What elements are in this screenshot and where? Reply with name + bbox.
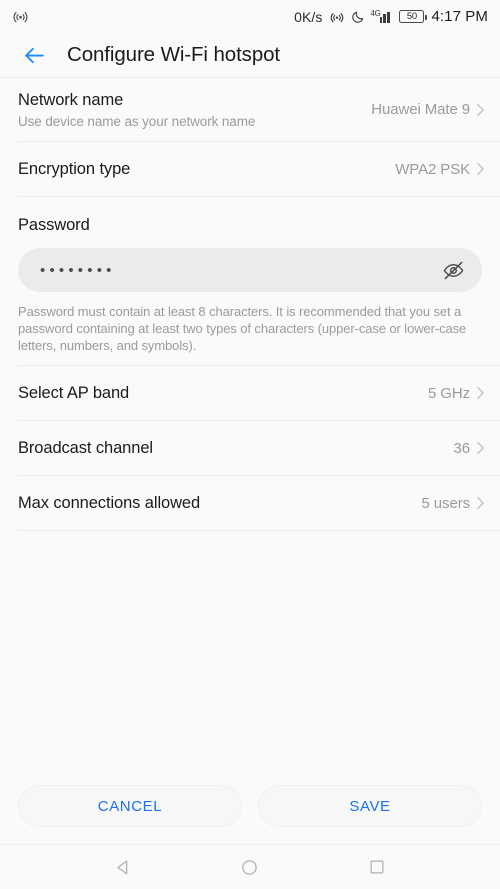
phone-screen: 0K/s 4G 50 4:17 PM Configure Wi-Fi hotsp… bbox=[0, 0, 500, 889]
nav-back-triangle-icon[interactable] bbox=[101, 845, 145, 889]
battery-icon: 50 bbox=[399, 10, 428, 23]
network-speed-text: 0K/s bbox=[294, 8, 323, 25]
hotspot-icon bbox=[12, 8, 29, 25]
settings-list: Network name Use device name as your net… bbox=[0, 78, 500, 889]
broadcast-channel-texts: Broadcast channel bbox=[18, 439, 153, 458]
broadcast-channel-value: 36 bbox=[453, 439, 471, 457]
max-connections-value: 5 users bbox=[421, 494, 471, 512]
chevron-right-icon bbox=[475, 159, 487, 179]
broadcast-channel-right: 36 bbox=[454, 438, 488, 458]
signal-bars-icon: 4G bbox=[370, 9, 394, 23]
broadcast-channel-label: Broadcast channel bbox=[18, 438, 153, 457]
encryption-texts: Encryption type bbox=[18, 160, 130, 179]
system-navigation-bar bbox=[0, 844, 500, 889]
save-button[interactable]: SAVE bbox=[258, 785, 482, 827]
setting-row-broadcast-channel[interactable]: Broadcast channel 36 bbox=[0, 421, 500, 475]
action-buttons: CANCEL SAVE bbox=[0, 785, 500, 827]
status-bar-right: 0K/s 4G 50 4:17 PM bbox=[294, 8, 488, 25]
chevron-right-icon bbox=[475, 100, 487, 120]
cancel-button[interactable]: CANCEL bbox=[18, 785, 242, 827]
setting-row-ap-band[interactable]: Select AP band 5 GHz bbox=[0, 366, 500, 420]
nav-recents-square-icon[interactable] bbox=[355, 845, 399, 889]
page-title: Configure Wi-Fi hotspot bbox=[67, 43, 281, 66]
encryption-value: WPA2 PSK bbox=[395, 160, 470, 178]
network-name-subtitle: Use device name as your network name bbox=[18, 113, 256, 129]
chevron-right-icon bbox=[475, 383, 487, 403]
max-connections-label: Max connections allowed bbox=[18, 493, 201, 512]
status-bar-clock: 4:17 PM bbox=[431, 8, 488, 25]
app-bar: Configure Wi-Fi hotspot bbox=[0, 33, 500, 78]
chevron-right-icon bbox=[475, 438, 487, 458]
hotspot-active-icon bbox=[329, 9, 345, 25]
network-name-right: Huawei Mate 9 bbox=[371, 100, 487, 120]
max-connections-texts: Max connections allowed bbox=[18, 494, 200, 513]
setting-row-encryption-type[interactable]: Encryption type WPA2 PSK bbox=[0, 142, 500, 196]
network-gen-label: 4G bbox=[370, 9, 381, 18]
network-name-label: Network name bbox=[18, 90, 124, 109]
back-arrow-icon[interactable] bbox=[17, 38, 51, 72]
ap-band-label: Select AP band bbox=[18, 383, 130, 402]
password-label: Password bbox=[18, 216, 90, 234]
setting-row-max-connections[interactable]: Max connections allowed 5 users bbox=[0, 476, 500, 530]
setting-row-network-name[interactable]: Network name Use device name as your net… bbox=[0, 78, 500, 141]
password-input[interactable]: •••••••• bbox=[18, 248, 482, 292]
ap-band-right: 5 GHz bbox=[428, 383, 487, 403]
max-connections-right: 5 users bbox=[422, 493, 488, 513]
battery-level-text: 50 bbox=[406, 10, 418, 22]
ap-band-texts: Select AP band bbox=[18, 384, 129, 403]
status-bar: 0K/s 4G 50 4:17 PM bbox=[0, 0, 500, 33]
chevron-right-icon bbox=[475, 493, 487, 513]
encryption-label: Encryption type bbox=[18, 159, 131, 178]
do-not-disturb-moon-icon bbox=[351, 10, 365, 24]
encryption-right: WPA2 PSK bbox=[395, 159, 487, 179]
ap-band-value: 5 GHz bbox=[427, 384, 470, 402]
status-bar-left bbox=[12, 8, 29, 25]
divider bbox=[18, 530, 500, 531]
network-name-texts: Network name Use device name as your net… bbox=[18, 91, 255, 129]
eye-off-icon[interactable] bbox=[438, 255, 468, 285]
nav-home-circle-icon[interactable] bbox=[228, 845, 272, 889]
password-hint-text: Password must contain at least 8 charact… bbox=[18, 304, 467, 353]
network-name-value: Huawei Mate 9 bbox=[371, 101, 470, 118]
password-masked-value: •••••••• bbox=[40, 261, 116, 279]
